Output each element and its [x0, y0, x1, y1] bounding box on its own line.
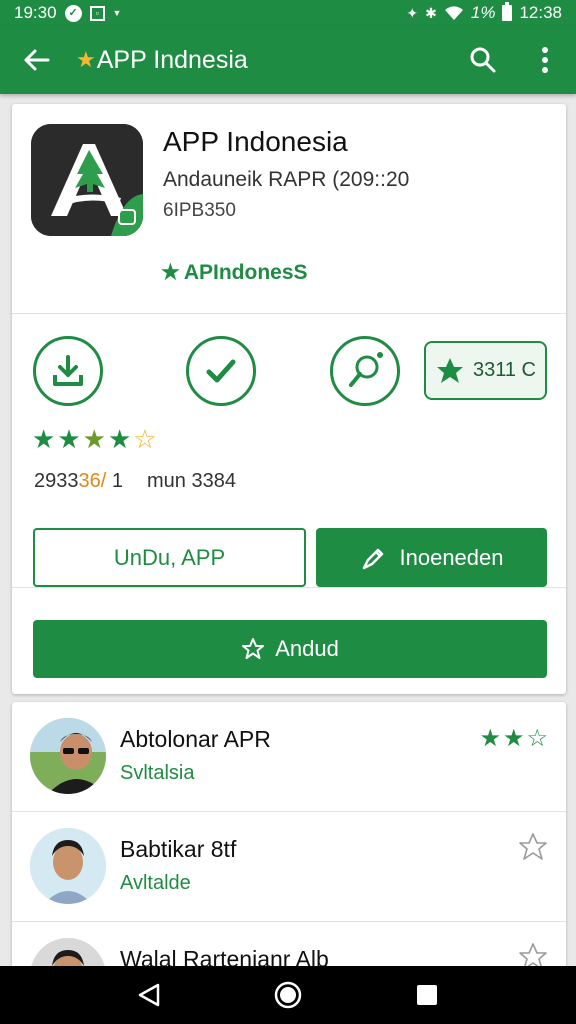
star-outline-icon [242, 638, 265, 659]
nav-back-button[interactable] [119, 966, 179, 1024]
app-detail-card: APP Indonesia Andauneik RAPR (209::20 6I… [12, 104, 566, 694]
stats-highlight: 36/ [78, 470, 107, 492]
rating-stars: ★ ★ ★ ★ ☆ [32, 426, 157, 452]
wifi-icon [444, 6, 463, 20]
avatar-image [30, 718, 106, 794]
app-bar-actions [452, 26, 576, 94]
rating-stats: 293336/ 1 mun 3384 [34, 470, 236, 493]
stats-c: mun 3384 [147, 470, 236, 492]
app-logo [31, 124, 143, 236]
notification-check-icon: ✓ [64, 4, 82, 22]
triangle-back-icon [139, 983, 160, 1007]
review-title: Babtikar 8tf [120, 836, 237, 862]
status-bar: 19:30 ✓ ▫ ▼ ✦ ✱ 1% 12:38 [0, 0, 576, 26]
arrow-left-icon [24, 49, 50, 71]
battery-icon [502, 2, 513, 21]
notification-image-icon: ▫ [89, 5, 105, 21]
download-app-button[interactable]: UnDu, APP [33, 528, 306, 587]
add-button[interactable]: Andud [33, 620, 547, 678]
app-bar: ★ APP Indnesia [0, 26, 576, 94]
status-time-left: 19:30 [14, 3, 57, 22]
square-recents-icon [416, 985, 437, 1005]
star-filled-icon: ★ [82, 424, 106, 454]
status-left: 19:30 ✓ ▫ ▼ [14, 3, 121, 23]
star-outline-icon: ☆ [133, 424, 157, 454]
download-button[interactable] [33, 336, 103, 406]
status-right: ✦ ✱ 1% 12:38 [406, 2, 562, 23]
review-stars: ★ ★ ☆ [479, 724, 548, 753]
download-icon [53, 355, 83, 386]
star-outline-icon: ☆ [526, 725, 548, 752]
nav-recents-button[interactable] [397, 966, 457, 1024]
rating-pill[interactable]: 3311 C [424, 341, 547, 400]
star-filled-icon: ★ [57, 424, 81, 454]
avatar [30, 718, 106, 794]
back-button[interactable] [0, 26, 72, 94]
vibrate-icon: ✦ [406, 5, 419, 21]
review-title: Abtolonar APR [120, 726, 271, 752]
install-button[interactable]: Inoeneden [316, 528, 547, 587]
list-item[interactable]: Babtikar 8tf Avltalde [12, 812, 566, 922]
install-button-label: Inoeneden [399, 544, 504, 570]
add-button-label: Andud [275, 636, 339, 661]
rating-pill-text: 3311 C [472, 359, 536, 381]
status-time-right: 12:38 [519, 3, 562, 22]
list-item[interactable]: Abtolonar APR Svltalsia ★ ★ ☆ [12, 702, 566, 812]
app-name: APP Indonesia [163, 126, 348, 157]
star-icon: ★ [76, 47, 96, 72]
system-nav-bar [0, 966, 576, 1024]
star-filled-icon: ★ [107, 424, 132, 454]
app-size: 6IPB350 [163, 200, 236, 221]
magnifier-icon [349, 352, 383, 387]
star-filled-icon: ★ [479, 725, 501, 752]
app-bar-title: ★ APP Indnesia [76, 46, 248, 75]
pen-icon [362, 548, 383, 569]
star-outline-icon[interactable] [518, 832, 548, 862]
search-button[interactable] [452, 26, 514, 94]
avatar-image [30, 828, 106, 904]
magnifier-button[interactable] [330, 336, 400, 406]
overflow-menu-button[interactable] [514, 26, 576, 94]
bluetooth-icon: ✱ [425, 5, 437, 21]
search-icon [470, 47, 496, 73]
star-icon [436, 357, 463, 383]
battery-text: 1% [470, 3, 496, 22]
review-subtitle: Avltalde [120, 872, 191, 894]
app-logo-icon [31, 124, 143, 236]
review-subtitle: Svltalsia [120, 762, 195, 784]
star-filled-icon: ★ [502, 725, 525, 752]
app-badge[interactable]: ★ APIndonesS [161, 260, 308, 285]
badge-star-icon: ★ [161, 261, 180, 284]
stats-a: 2933 [34, 470, 79, 492]
primary-buttons: UnDu, APP Inoeneden [12, 528, 566, 588]
screen: 19:30 ✓ ▫ ▼ ✦ ✱ 1% 12:38 ★ APP Indnesia [0, 0, 576, 1024]
installed-button[interactable] [186, 336, 256, 406]
circle-home-icon [274, 981, 302, 1009]
check-circle-icon [206, 359, 236, 383]
star-filled-icon: ★ [32, 424, 56, 454]
stats-text: 293336/ 1 [34, 470, 123, 493]
app-bar-title-text: APP Indnesia [96, 45, 248, 74]
more-vert-icon [542, 47, 548, 73]
stats-b: 1 [111, 470, 123, 492]
actions-row: 3311 C [12, 336, 566, 408]
reviews-card: Abtolonar APR Svltalsia ★ ★ ☆ Babtikar 8… [12, 702, 566, 982]
nav-home-button[interactable] [258, 966, 318, 1024]
app-badge-text: APIndonesS [183, 260, 308, 284]
app-header: APP Indonesia Andauneik RAPR (209::20 6I… [12, 104, 566, 314]
dropdown-dot-icon: ▼ [112, 7, 122, 18]
avatar [30, 828, 106, 904]
app-developer: Andauneik RAPR (209::20 [163, 168, 410, 191]
